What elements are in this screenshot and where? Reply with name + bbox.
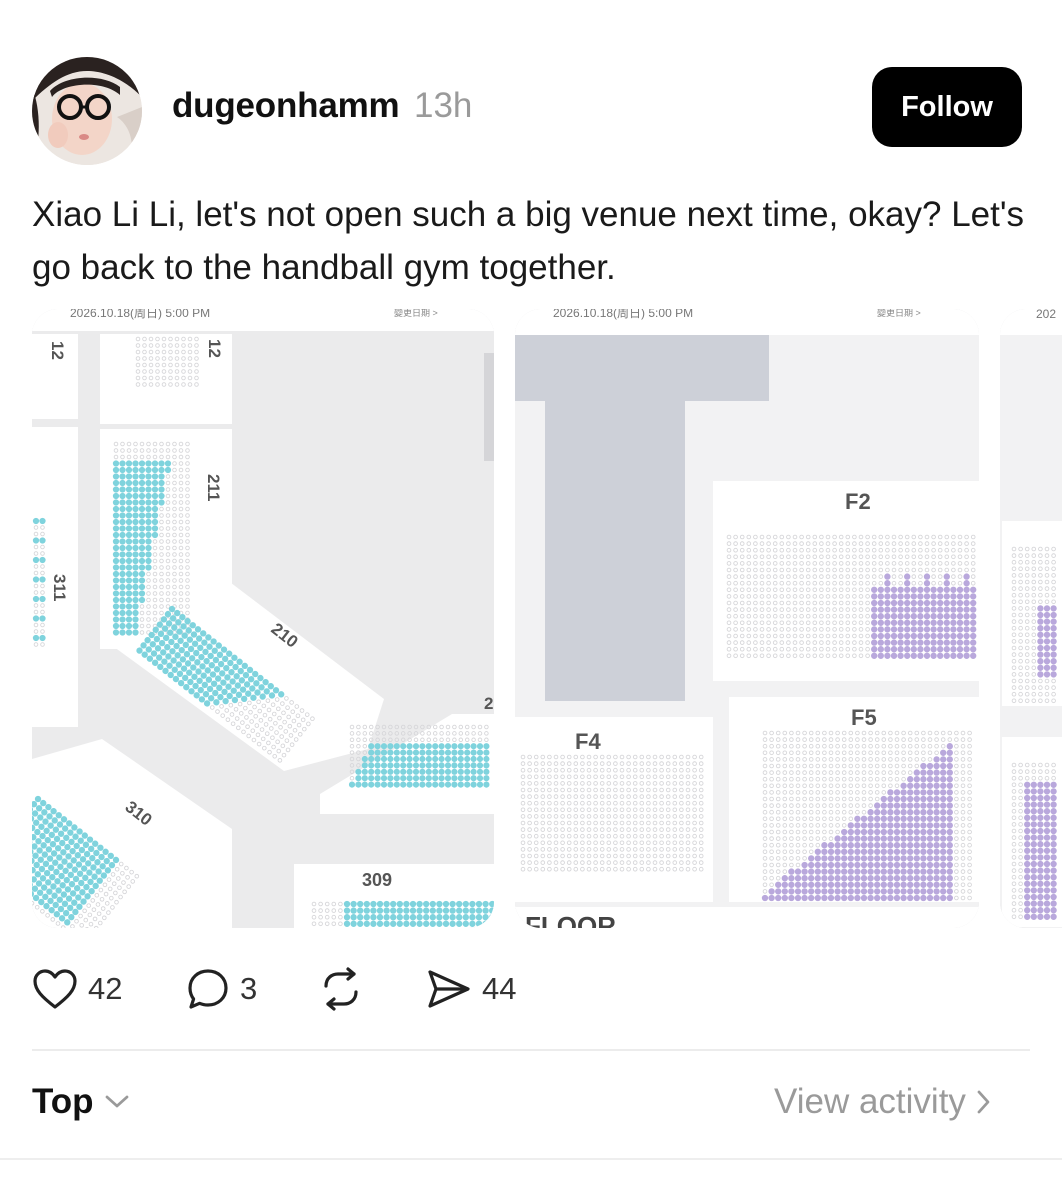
repost-action[interactable] <box>318 966 364 1012</box>
post-image-1[interactable]: 2026.10.18(周日) 5:00 PM 變更日期 > 12 12 211 … <box>32 309 494 928</box>
reply-action[interactable]: 3 <box>186 966 257 1012</box>
post-image-3[interactable]: 202 <box>1000 309 1062 928</box>
section-label-2: 2 <box>484 694 493 713</box>
image1-header-date: 2026.10.18(周日) 5:00 PM <box>70 309 210 320</box>
post-image-2[interactable]: 2026.10.18(周日) 5:00 PM 變更日期 > F2 F4 F5 F… <box>515 309 979 928</box>
chevron-down-icon <box>105 1095 128 1108</box>
image1-header-change-date: 變更日期 > <box>394 309 438 318</box>
reply-count: 3 <box>240 971 258 1006</box>
username[interactable]: dugeonhamm <box>172 86 400 126</box>
heart-icon[interactable] <box>32 968 78 1010</box>
like-count: 42 <box>88 971 123 1006</box>
divider <box>0 1158 1062 1160</box>
section-label-floor: FLOOR <box>525 911 616 928</box>
section-label-12-left: 12 <box>48 341 67 360</box>
repost-icon[interactable] <box>318 966 364 1012</box>
section-label-309: 309 <box>362 870 392 890</box>
post-timestamp: 13h <box>414 86 473 125</box>
divider <box>32 1049 1030 1051</box>
share-count: 44 <box>482 971 517 1006</box>
like-action[interactable]: 42 <box>32 966 122 1012</box>
image3-header-date: 202 <box>1036 309 1056 321</box>
post-text: Xiao Li Li, let's not open such a big ve… <box>32 195 1025 287</box>
section-label-F2: F2 <box>845 489 871 514</box>
view-activity-label: View activity <box>774 1082 966 1121</box>
avatar[interactable] <box>32 57 142 165</box>
follow-button[interactable]: Follow <box>872 67 1022 147</box>
section-label-F5: F5 <box>851 705 877 730</box>
image2-header-date: 2026.10.18(周日) 5:00 PM <box>553 309 693 320</box>
image2-header-change-date: 變更日期 > <box>877 309 921 318</box>
sort-dropdown[interactable]: Top <box>32 1082 130 1122</box>
view-activity-link[interactable]: View activity <box>774 1082 992 1122</box>
share-action[interactable]: 44 <box>426 966 516 1012</box>
sort-label: Top <box>32 1082 94 1121</box>
send-icon[interactable] <box>426 968 472 1010</box>
section-label-311: 311 <box>50 574 69 601</box>
comment-icon[interactable] <box>186 967 230 1011</box>
section-label-12: 12 <box>205 339 224 358</box>
section-label-F4: F4 <box>575 729 601 754</box>
section-label-211: 211 <box>204 474 223 501</box>
chevron-right-icon <box>977 1090 990 1114</box>
